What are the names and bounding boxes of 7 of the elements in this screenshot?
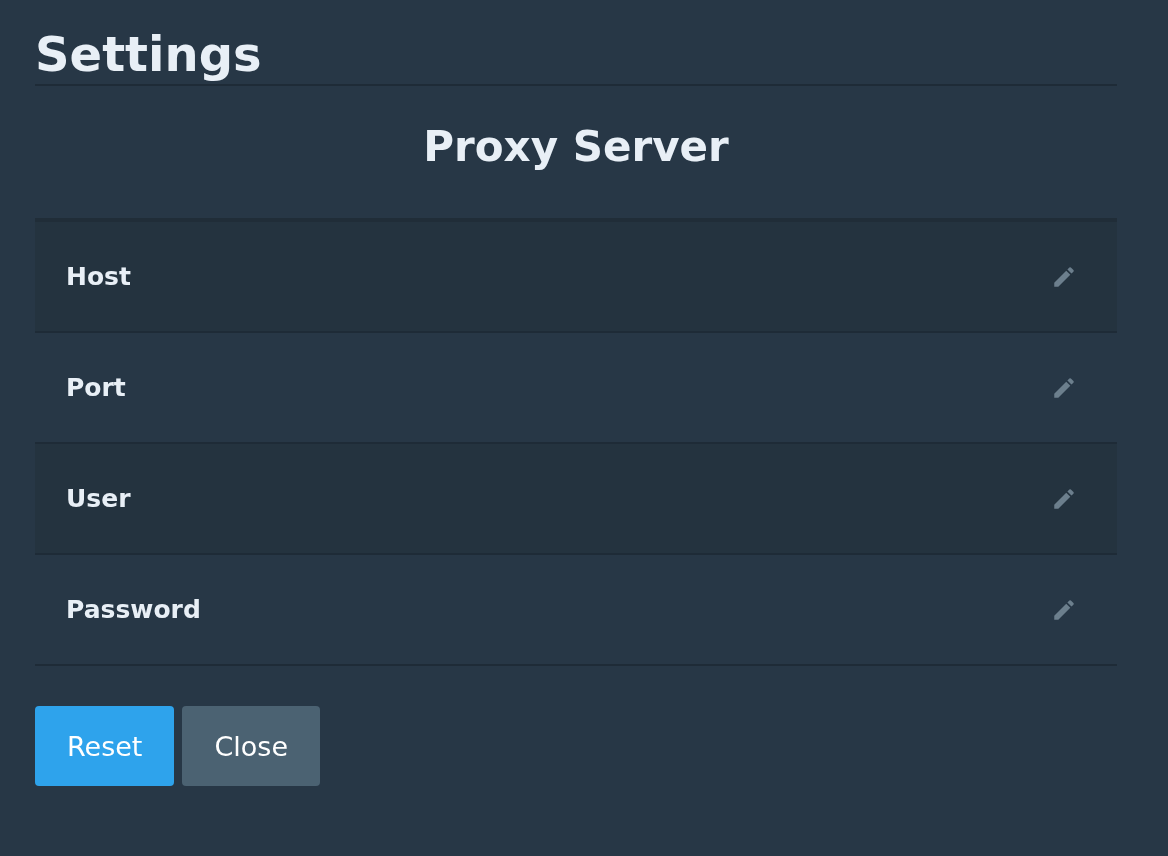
section-heading: Proxy Server — [422, 121, 730, 173]
close-button[interactable]: Close — [182, 706, 320, 787]
field-label: Port — [66, 373, 126, 403]
field-label: Password — [66, 595, 201, 625]
field-label: User — [66, 484, 131, 514]
field-label: Host — [66, 262, 131, 292]
page-title: Settings — [35, 0, 1117, 86]
